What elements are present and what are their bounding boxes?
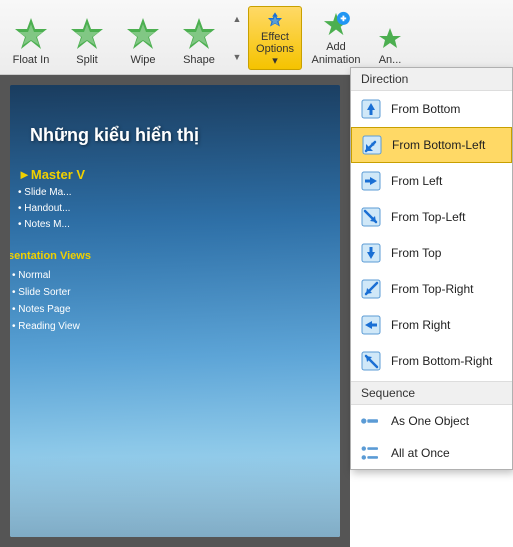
slide-item-sorter: • Slide Sorter [12, 284, 80, 301]
float-in-label: Float In [13, 54, 50, 67]
from-bottom-label: From Bottom [391, 102, 460, 116]
ribbon-button-group: Float In Split Wipe Shape [0, 6, 410, 70]
animation-label: An... [379, 54, 402, 67]
slide-list-item-3: • Notes M... [18, 217, 72, 233]
from-right-item[interactable]: From Right [351, 307, 512, 343]
from-top-left-icon [359, 205, 383, 229]
animation-button[interactable]: An... [370, 6, 410, 70]
from-top-right-label: From Top-Right [391, 282, 473, 296]
effect-options-button[interactable]: EffectOptions ▾ [248, 6, 302, 70]
from-bottom-right-label: From Bottom-Right [391, 354, 492, 368]
slide-list-item-2: • Handout... [18, 201, 72, 217]
float-in-button[interactable]: Float In [4, 6, 58, 70]
from-top-left-item[interactable]: From Top-Left [351, 199, 512, 235]
from-bottom-right-item[interactable]: From Bottom-Right [351, 343, 512, 379]
ribbon-scroll-button[interactable]: ▲ ▼ [228, 6, 246, 70]
from-right-label: From Right [391, 318, 450, 332]
from-left-label: From Left [391, 174, 442, 188]
animation-icon [376, 26, 404, 54]
wipe-button[interactable]: Wipe [116, 6, 170, 70]
direction-section-label: Direction [351, 68, 512, 91]
wipe-label: Wipe [130, 54, 155, 67]
from-top-label: From Top [391, 246, 441, 260]
from-left-icon [359, 169, 383, 193]
as-one-object-item[interactable]: As One Object [351, 405, 512, 437]
effect-options-icon [261, 11, 289, 31]
from-bottom-left-label: From Bottom-Left [392, 138, 485, 152]
as-one-object-label: As One Object [391, 414, 469, 428]
all-at-once-item[interactable]: All at Once [351, 437, 512, 469]
wipe-icon [125, 16, 161, 52]
shape-button[interactable]: Shape [172, 6, 226, 70]
split-icon [69, 16, 105, 52]
from-bottom-icon [359, 97, 383, 121]
slide-content: Những kiểu hiển thị ►Master V • Slide Ma… [10, 85, 340, 537]
split-button[interactable]: Split [60, 6, 114, 70]
slide-item-normal: • Normal [12, 267, 80, 284]
from-top-right-item[interactable]: From Top-Right [351, 271, 512, 307]
from-bottom-left-icon [360, 133, 384, 157]
split-label: Split [76, 54, 97, 67]
from-bottom-item[interactable]: From Bottom [351, 91, 512, 127]
add-animation-label: Add Animation [309, 41, 363, 67]
from-top-item[interactable]: From Top [351, 235, 512, 271]
ribbon: Float In Split Wipe Shape [0, 0, 513, 75]
slide-list: • Slide Ma... • Handout... • Notes M... [18, 185, 72, 233]
slide-master-label: ►Master V [18, 167, 85, 182]
sequence-section-label: Sequence [351, 381, 512, 405]
as-one-object-icon [359, 413, 383, 429]
from-right-icon [359, 313, 383, 337]
add-animation-icon [320, 11, 352, 41]
from-top-icon [359, 241, 383, 265]
from-top-right-icon [359, 277, 383, 301]
add-animation-button[interactable]: Add Animation [304, 6, 368, 70]
effect-options-label: EffectOptions ▾ [253, 31, 297, 67]
from-bottom-left-item[interactable]: From Bottom-Left [351, 127, 512, 163]
slide-item-notes: • Notes Page [12, 301, 80, 318]
direction-dropdown: Direction From Bottom From Bottom-Left [350, 67, 513, 470]
slide-items: • Normal • Slide Sorter • Notes Page • R… [12, 267, 80, 335]
from-bottom-right-icon [359, 349, 383, 373]
slide-item-reading: • Reading View [12, 318, 80, 335]
from-top-left-label: From Top-Left [391, 210, 465, 224]
slide-list-item-1: • Slide Ma... [18, 185, 72, 201]
slide-area: Những kiểu hiển thị ►Master V • Slide Ma… [0, 75, 350, 547]
float-in-icon [13, 16, 49, 52]
all-at-once-icon [359, 445, 383, 461]
slide-title: Những kiểu hiển thị [30, 125, 199, 146]
shape-icon [181, 16, 217, 52]
slide-section-label: sentation Views [10, 250, 91, 262]
from-left-item[interactable]: From Left [351, 163, 512, 199]
all-at-once-label: All at Once [391, 446, 450, 460]
shape-label: Shape [183, 54, 215, 67]
